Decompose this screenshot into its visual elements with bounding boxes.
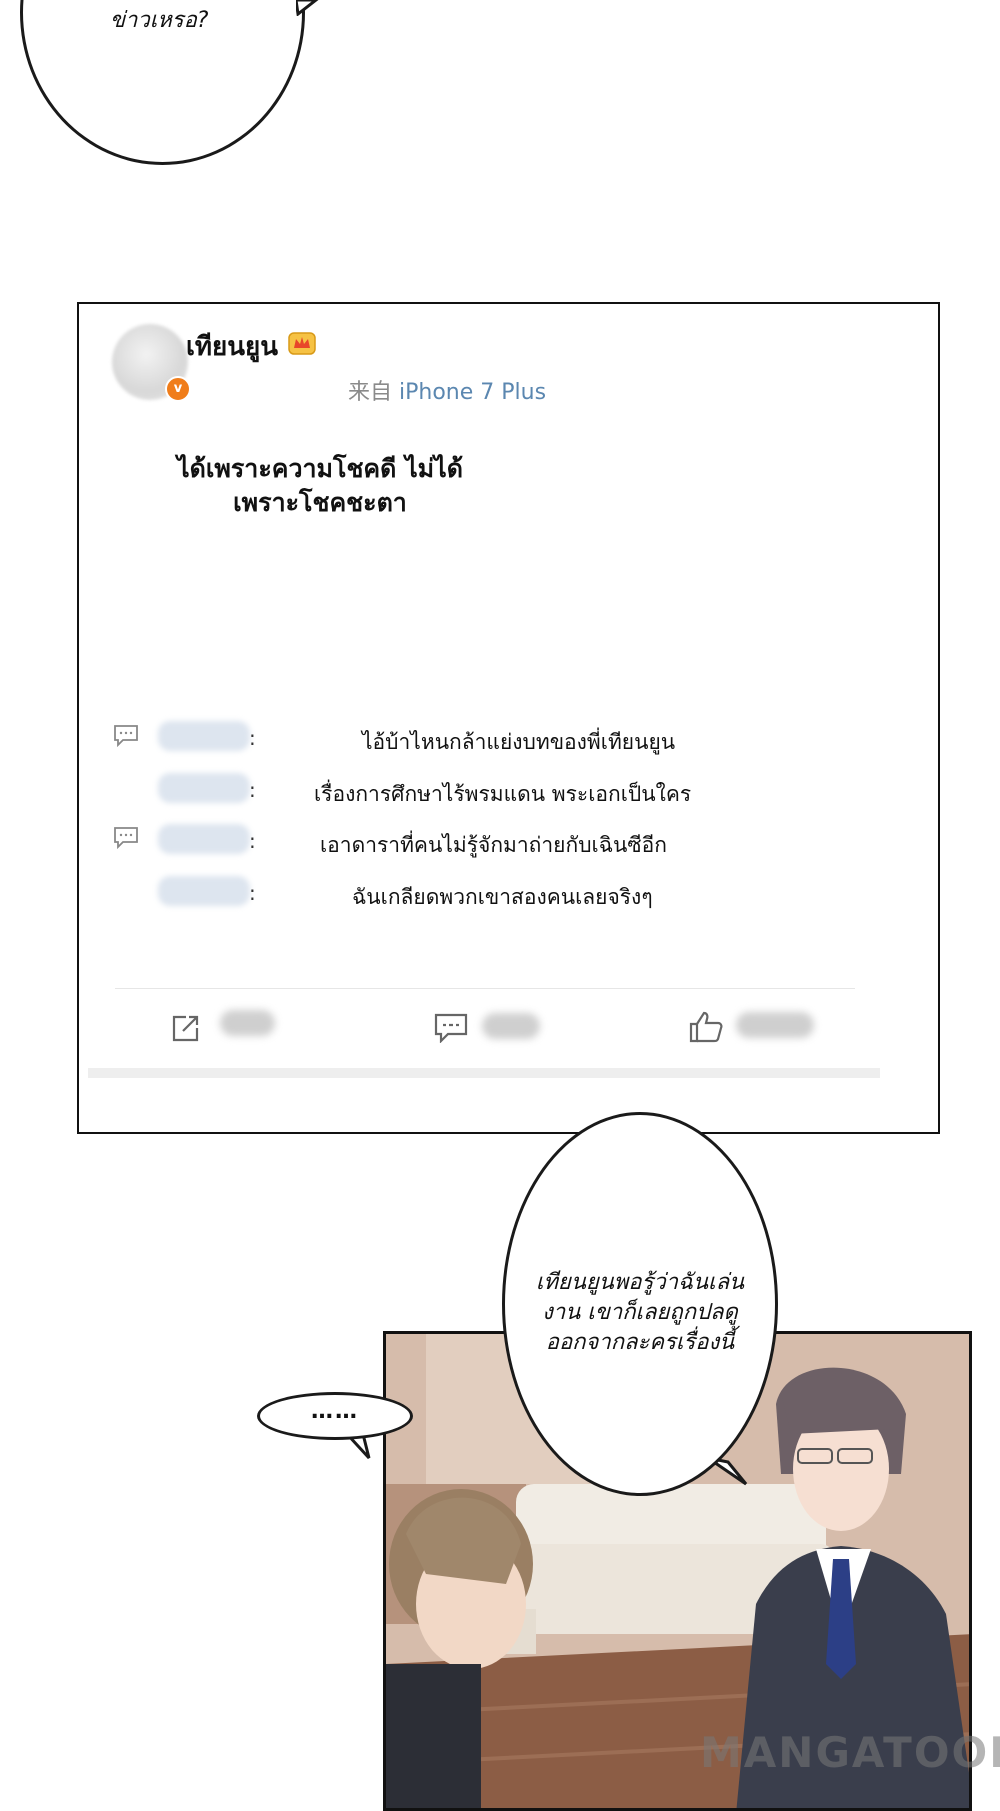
big-bubble-line-1: เทียนยูนพอรู้ว่าฉันเล่น (535, 1270, 745, 1295)
comment-text: ไอ้บ้าไหนกล้าแย่งบทของพี่เทียนยูน (362, 730, 676, 754)
source-prefix: 来自 (348, 380, 393, 405)
comment-author-blurred (158, 876, 250, 906)
comment-text: เรื่องการศึกษาไร้พรมแดน พระเอกเป็นใคร (314, 782, 692, 806)
watermark-logo: MANGATOON (700, 1728, 1000, 1777)
comment-author-blurred (158, 773, 250, 803)
comment-icon[interactable] (434, 1013, 468, 1043)
comment-bubble-icon[interactable] (113, 826, 139, 850)
social-post-card (77, 302, 940, 1134)
comment-count-blurred (482, 1013, 540, 1039)
card-bottom-strip (88, 1068, 880, 1078)
like-icon[interactable] (688, 1010, 724, 1044)
top-bubble-tail (296, 0, 319, 16)
share-count-blurred (220, 1010, 275, 1036)
comment-bubble-icon[interactable] (113, 724, 139, 748)
post-source: 来自 iPhone 7 Plus (348, 374, 546, 406)
comment-author-blurred (158, 824, 250, 854)
post-body: ได้เพราะความโชคดี ไม่ได้ เพราะโชคชะตา (165, 452, 475, 520)
comment-author-blurred (158, 721, 250, 751)
post-username[interactable]: เทียนยูน (186, 326, 278, 367)
comment-colon: : (249, 881, 256, 905)
post-body-line-2: เพราะโชคชะตา (233, 488, 407, 517)
comment-colon: : (249, 829, 256, 853)
comment-colon: : (249, 726, 256, 750)
big-bubble-line-2: งาน เขาก็เลยถูกปลดู (542, 1300, 738, 1325)
top-bubble-text: ข่าวเหรอ? (110, 8, 209, 33)
verified-badge-icon: v (165, 376, 191, 402)
comment-text: เอาดาราที่คนไม่รู้จักมาถ่ายกับเฉินซีอีก (320, 833, 667, 857)
comment-text: ฉันเกลียดพวกเขาสองคนเลยจริงๆ (352, 885, 653, 909)
crown-icon (288, 332, 316, 355)
big-bubble-text: เทียนยูนพอรู้ว่าฉันเล่น งาน เขาก็เลยถูกป… (505, 1268, 775, 1358)
comment-colon: : (249, 778, 256, 802)
share-icon[interactable] (170, 1012, 202, 1044)
post-body-line-1: ได้เพราะความโชคดี ไม่ได้ (177, 454, 463, 483)
like-count-blurred (736, 1012, 814, 1038)
actions-divider (115, 988, 855, 989)
big-bubble-line-3: ออกจากละครเรื่องนี้ (545, 1330, 735, 1355)
source-device[interactable]: iPhone 7 Plus (399, 380, 546, 405)
small-bubble-text: …… (311, 1399, 359, 1424)
